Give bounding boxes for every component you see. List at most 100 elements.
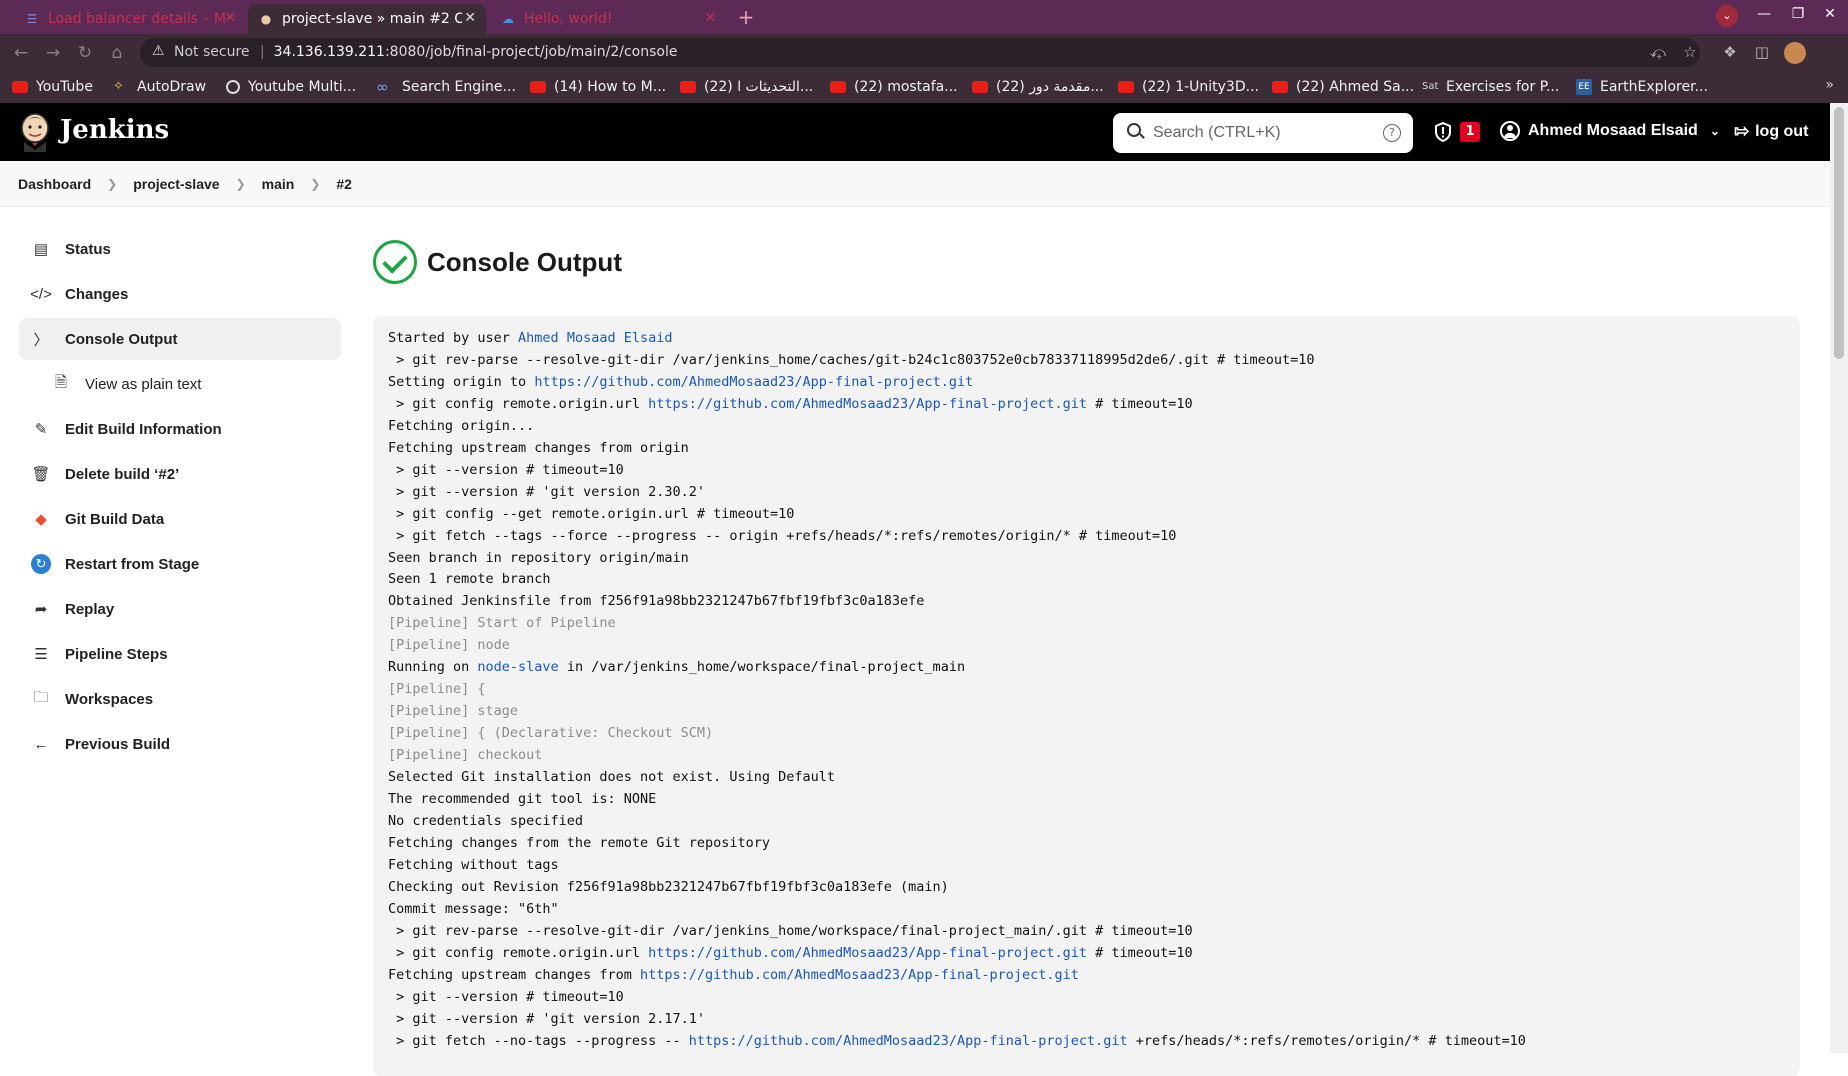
tab-title: Hello, world! xyxy=(524,11,613,27)
console-line: > git rev-parse --resolve-git-dir /var/j… xyxy=(388,350,1785,372)
sidebar-item-previous-build[interactable]: ← Previous Build xyxy=(19,723,341,765)
new-tab-button[interactable]: + xyxy=(734,6,758,30)
browser-tab-jenkins[interactable]: ● project-slave » main #2 Co ✕ xyxy=(248,4,486,34)
sidebar-item-git-build-data[interactable]: ◆ Git Build Data xyxy=(19,498,341,540)
bookmark-youtube[interactable]: YouTube xyxy=(12,76,93,98)
sidebar-item-pipeline-steps[interactable]: ☰ Pipeline Steps xyxy=(19,633,341,675)
scrollbar-thumb[interactable] xyxy=(1834,107,1844,359)
extensions-icon[interactable]: ❖ xyxy=(1720,42,1740,62)
bookmark-exercises[interactable]: Sat Exercises for P... xyxy=(1422,76,1559,98)
sidebar-item-status[interactable]: ▤ Status xyxy=(19,228,341,270)
bookmark-youtube-multi[interactable]: Youtube Multi... xyxy=(226,76,356,98)
sidebar-item-label: Workspaces xyxy=(65,690,154,708)
breadcrumb-project[interactable]: project-slave xyxy=(133,176,219,192)
sidebar-item-edit-build[interactable]: ✎ Edit Build Information xyxy=(19,408,341,450)
browser-tab-bar: ☰ Load balancer details – M ✕ ● project-… xyxy=(0,0,1848,34)
sidebar-item-changes[interactable]: </> Changes xyxy=(19,273,341,315)
sidebar-item-console-output[interactable]: 〉 Console Output xyxy=(19,318,341,360)
minimize-button[interactable]: — xyxy=(1754,6,1774,22)
profile-avatar[interactable] xyxy=(1784,42,1806,64)
tab-search-icon[interactable]: ⌄ xyxy=(1716,5,1738,27)
sidebar-item-label: Replay xyxy=(65,600,115,618)
home-icon[interactable]: ⌂ xyxy=(106,42,128,64)
alert-badge[interactable]: 1 xyxy=(1460,122,1480,142)
console-text: Selected Git installation does not exist… xyxy=(388,769,836,786)
console-link[interactable]: https://github.com/AhmedMosaad23/App-fin… xyxy=(648,396,1087,412)
console-text: [Pipeline] node xyxy=(388,637,510,654)
back-icon[interactable]: ← xyxy=(10,42,32,64)
close-icon[interactable]: ✕ xyxy=(464,10,476,26)
console-line: [Pipeline] checkout xyxy=(388,745,1785,767)
console-text: +refs/heads/*:refs/remotes/origin/* # ti… xyxy=(1127,1032,1526,1049)
address-bar[interactable]: ⚠ Not secure | 34.136.139.211:8080/job/f… xyxy=(140,38,1700,67)
user-icon xyxy=(1500,121,1520,141)
bookmark-intro[interactable]: (22) مقدمة دور... xyxy=(972,76,1104,98)
close-window-button[interactable]: ✕ xyxy=(1820,6,1840,22)
breadcrumb-branch[interactable]: main xyxy=(262,176,295,192)
console-text: The recommended git tool is: NONE xyxy=(388,791,657,808)
bookmark-search-engine[interactable]: ∞ Search Engine... xyxy=(376,76,516,98)
console-text: [Pipeline] { xyxy=(388,681,486,698)
console-link[interactable]: https://github.com/AhmedMosaad23/App-fin… xyxy=(689,1033,1128,1049)
search-input[interactable] xyxy=(1153,121,1373,145)
bookmark-unity[interactable]: (22) 1-Unity3D... xyxy=(1118,76,1259,98)
logout-link[interactable]: ⇰ log out xyxy=(1734,121,1808,142)
search-box[interactable]: ? xyxy=(1113,113,1413,153)
sidebar-item-workspaces[interactable]: 🗀 Workspaces xyxy=(19,678,341,720)
reload-icon[interactable]: ↻ xyxy=(74,42,96,64)
console-link[interactable]: Ahmed Mosaad Elsaid xyxy=(518,330,672,346)
sidebar-item-label: Restart from Stage xyxy=(65,555,200,573)
close-icon[interactable]: ✕ xyxy=(704,10,716,26)
browser-tab-load-balancer[interactable]: ☰ Load balancer details – M ✕ xyxy=(14,4,246,34)
user-menu[interactable]: Ahmed Mosaad Elsaid ⌄ xyxy=(1500,121,1720,141)
shield-icon[interactable] xyxy=(1434,122,1452,142)
help-icon[interactable]: ? xyxy=(1383,124,1401,142)
jenkins-logo-icon[interactable] xyxy=(18,112,52,152)
console-text: Fetching origin... xyxy=(388,417,535,434)
console-link[interactable]: https://github.com/AhmedMosaad23/App-fin… xyxy=(640,967,1079,983)
bookmark-updates[interactable]: (22) التحديثات ا... xyxy=(680,76,813,98)
bookmark-autodraw[interactable]: ✧ AutoDraw xyxy=(113,76,206,98)
bookmark-mostafa[interactable]: (22) mostafa... xyxy=(830,76,958,98)
sidebar-item-plain-text[interactable]: 🗎 View as plain text xyxy=(19,363,341,405)
sidebar-item-replay[interactable]: ➦ Replay xyxy=(19,588,341,630)
console-text: [Pipeline] checkout xyxy=(388,747,543,764)
sidebar-item-delete-build[interactable]: 🗑 Delete build ‘#2’ xyxy=(19,453,341,495)
console-link[interactable]: node-slave xyxy=(477,659,558,675)
url-text: | 34.136.139.211:8080/job/final-project/… xyxy=(260,44,678,60)
browser-tab-hello-world[interactable]: ☁ Hello, world! ✕ xyxy=(490,4,726,34)
console-text: > git --version # 'git version 2.30.2' xyxy=(388,483,705,500)
console-text: # timeout=10 xyxy=(1087,944,1193,961)
console-text: in /var/jenkins_home/workspace/final-pro… xyxy=(558,659,966,676)
maximize-button[interactable]: ❐ xyxy=(1788,6,1808,22)
sidebar-item-label: Pipeline Steps xyxy=(65,645,168,663)
console-line: > git fetch --tags --force --progress --… xyxy=(388,526,1785,548)
page-scrollbar[interactable] xyxy=(1830,103,1848,1053)
chevron-down-icon[interactable]: ⌄ xyxy=(1710,124,1720,138)
bookmark-ahmed[interactable]: (22) Ahmed Sa... xyxy=(1272,76,1414,98)
share-icon[interactable]: ⤽ xyxy=(1648,42,1668,62)
sidepanel-icon[interactable]: ◫ xyxy=(1752,42,1772,62)
sidebar-item-label: View as plain text xyxy=(85,375,202,393)
breadcrumb-build[interactable]: #2 xyxy=(336,176,352,192)
console-link[interactable]: https://github.com/AhmedMosaad23/App-fin… xyxy=(534,374,973,390)
bookmark-earthexplorer[interactable]: EE EarthExplorer... xyxy=(1576,76,1708,98)
jenkins-brand[interactable]: Jenkins xyxy=(60,115,169,145)
user-name: Ahmed Mosaad Elsaid xyxy=(1528,122,1698,139)
chevron-right-icon: ❯ xyxy=(235,176,246,191)
sidebar: ▤ Status </> Changes 〉 Console Output 🗎 … xyxy=(19,228,341,768)
star-icon[interactable]: ☆ xyxy=(1680,42,1700,62)
console-line: Running on node-slave in /var/jenkins_ho… xyxy=(388,657,1785,679)
bookmark-label: (14) How to M... xyxy=(554,79,667,95)
bookmark-label: (22) Ahmed Sa... xyxy=(1296,79,1415,95)
sidebar-item-restart-stage[interactable]: ↻ Restart from Stage xyxy=(19,543,341,585)
forward-icon[interactable]: → xyxy=(42,42,64,64)
console-text: > git fetch --tags --force --progress --… xyxy=(388,527,1177,544)
chevron-right-icon[interactable]: » xyxy=(1825,77,1834,93)
close-icon[interactable]: ✕ xyxy=(224,10,236,26)
arrow-left-icon: ← xyxy=(33,735,49,753)
bookmark-how-to[interactable]: (14) How to M... xyxy=(530,76,666,98)
breadcrumb-dashboard[interactable]: Dashboard xyxy=(18,176,91,192)
console-line: Started by user Ahmed Mosaad Elsaid xyxy=(388,328,1785,350)
console-link[interactable]: https://github.com/AhmedMosaad23/App-fin… xyxy=(648,945,1087,961)
